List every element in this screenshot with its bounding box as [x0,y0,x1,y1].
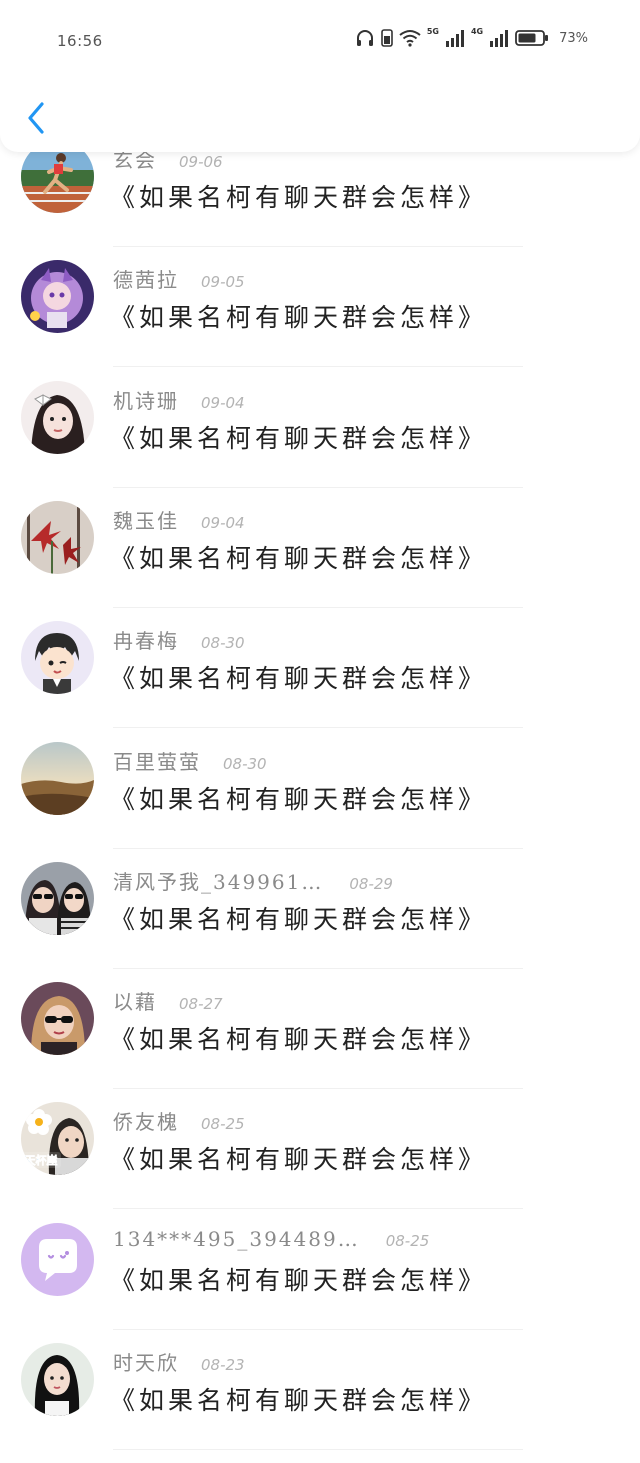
post-title[interactable]: 《如果名柯有聊天群会怎样》 [110,1140,487,1176]
username[interactable]: 134***495_394489… [113,1227,360,1251]
post-title[interactable]: 《如果名柯有聊天群会怎样》 [110,780,487,816]
list-item[interactable]: 134***495_394489… 08-25 《如果名柯有聊天群会怎样》 [0,1222,640,1343]
avatar[interactable] [21,621,94,695]
post-date: 08-30 [201,634,245,653]
item-meta: 以藉 08-27 [113,986,223,1015]
item-meta: 魏玉佳 09-04 [113,505,245,534]
item-meta: 时天欣 08-23 [113,1347,245,1376]
username[interactable]: 侨友槐 [113,1106,179,1135]
divider [113,727,523,729]
divider [113,1208,523,1210]
avatar-image [21,1343,94,1416]
item-meta: 百里萤萤 08-30 [113,746,267,775]
avatar-image [21,861,94,935]
battery-percent: 73% [559,30,588,46]
avatar[interactable] [21,380,94,454]
headphones-icon [356,30,373,46]
divider [113,1449,523,1450]
divider [113,606,523,608]
avatar-image [21,500,94,574]
post-date: 08-25 [385,1231,430,1250]
avatar[interactable] [21,741,94,815]
post-date: 09-05 [201,273,245,292]
item-meta: 机诗珊 09-04 [113,385,245,414]
list-item[interactable]: 百里萤萤 08-30 《如果名柯有聊天群会怎样》 [0,741,640,862]
net-type-1: 5G [426,27,439,36]
avatar[interactable] [21,1343,94,1416]
status-time: 16:56 [57,32,103,50]
avatar-image [21,982,94,1056]
post-title[interactable]: 《如果名柯有聊天群会怎样》 [110,178,487,214]
item-meta: 侨友槐 08-25 [113,1106,245,1135]
item-meta: 134***495_394489… 08-25 [113,1227,429,1251]
battery-icon [515,30,549,46]
post-title[interactable]: 《如果名柯有聊天群会怎样》 [110,419,487,455]
username[interactable]: 以藉 [113,986,157,1015]
post-title[interactable]: 《如果名柯有聊天群会怎样》 [110,1381,487,1417]
list-item[interactable]: 德茜拉 09-05 《如果名柯有聊天群会怎样》 [0,260,640,380]
avatar[interactable] [21,260,94,334]
avatar-image [21,380,94,454]
avatar[interactable]: 天杯崖 [21,1102,94,1176]
post-date: 09-06 [179,153,223,171]
divider [113,246,523,247]
signal-icon-1 [445,30,464,47]
post-title[interactable]: 《如果名柯有聊天群会怎样》 [110,539,487,575]
list-item[interactable]: 玄会 09-06 《如果名柯有聊天群会怎样》 [0,140,640,260]
post-date: 09-04 [201,393,245,412]
post-title[interactable]: 《如果名柯有聊天群会怎样》 [110,659,487,695]
avatar[interactable] [21,1222,94,1296]
post-title[interactable]: 《如果名柯有聊天群会怎样》 [110,298,487,334]
avatar-image [21,741,94,815]
divider [113,1088,523,1090]
post-date: 08-30 [223,754,267,773]
item-meta: 德茜拉 09-05 [113,264,245,293]
list-item[interactable]: 冉春梅 08-30 《如果名柯有聊天群会怎样》 [0,621,640,741]
avatar-caption: 天杯崖 [25,1153,58,1167]
status-icons: 5G 4G 73% [355,28,588,48]
divider [113,1328,523,1330]
wifi-icon [399,30,421,47]
avatar[interactable] [21,982,94,1056]
post-date: 08-27 [179,995,223,1014]
sim-card-icon [381,29,393,47]
avatar-image [21,260,94,334]
divider [113,967,523,969]
username[interactable]: 冉春梅 [113,625,179,654]
item-meta: 清风予我_349961… 08-29 [113,866,393,895]
signal-icon-2 [490,30,509,47]
post-date: 08-23 [201,1356,245,1374]
top-bar: 16:56 5G 4G 73% [0,0,640,152]
username[interactable]: 百里萤萤 [113,746,201,775]
list-item[interactable]: 魏玉佳 09-04 《如果名柯有聊天群会怎样》 [0,500,640,621]
divider [113,486,523,488]
username[interactable]: 机诗珊 [113,385,179,414]
avatar-image [21,1222,94,1296]
item-meta: 冉春梅 08-30 [113,625,245,654]
username[interactable]: 德茜拉 [113,264,179,293]
post-title[interactable]: 《如果名柯有聊天群会怎样》 [110,1020,487,1056]
avatar[interactable] [21,861,94,935]
post-date: 08-25 [201,1115,245,1134]
net-type-2: 4G [470,27,484,36]
post-date: 09-04 [201,513,245,532]
avatar-image [21,621,94,695]
list-item[interactable]: 以藉 08-27 《如果名柯有聊天群会怎样》 [0,982,640,1102]
post-title[interactable]: 《如果名柯有聊天群会怎样》 [110,900,487,936]
list-item[interactable]: 机诗珊 09-04 《如果名柯有聊天群会怎样》 [0,380,640,501]
chevron-left-icon [28,102,44,134]
avatar[interactable] [21,500,94,574]
post-title[interactable]: 《如果名柯有聊天群会怎样》 [110,1261,487,1297]
username[interactable]: 清风予我_349961… [113,866,323,895]
post-date: 08-29 [349,874,393,893]
list-item[interactable]: 时天欣 08-23 《如果名柯有聊天群会怎样》 [0,1343,640,1463]
divider [113,847,523,849]
list-item[interactable]: 清风予我_349961… 08-29 《如果名柯有聊天群会怎样》 [0,861,640,982]
back-button[interactable] [20,98,52,138]
divider [113,366,523,368]
list-item[interactable]: 天杯崖 侨友槐 08-25 《如果名柯有聊天群会怎样》 [0,1102,640,1222]
username[interactable]: 时天欣 [113,1347,179,1376]
avatar-image: 天杯崖 [21,1102,94,1176]
username[interactable]: 魏玉佳 [113,505,179,534]
